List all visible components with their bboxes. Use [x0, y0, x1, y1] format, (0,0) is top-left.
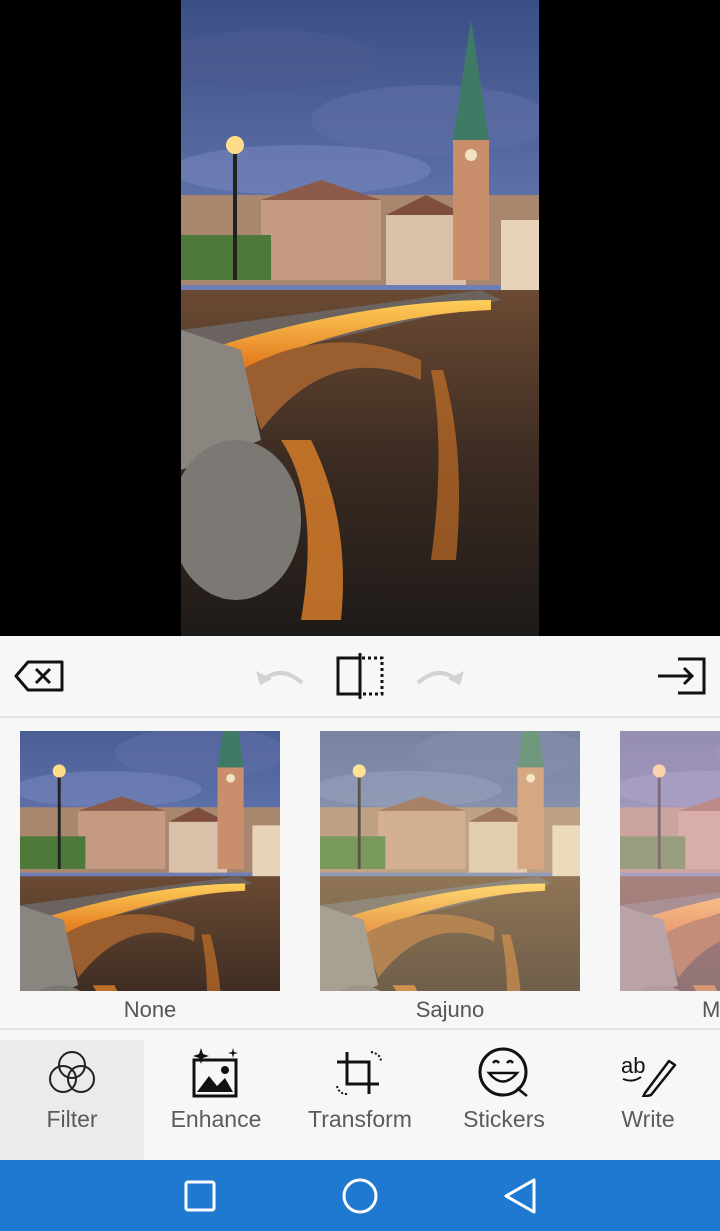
tab-write[interactable]: ab Write [576, 1040, 720, 1160]
smiley-icon [478, 1047, 528, 1097]
filter-strip: None Sajuno M [0, 718, 720, 1030]
crop-rotate-icon [336, 1051, 382, 1095]
redo-button[interactable] [410, 646, 470, 706]
system-nav-bar [0, 1160, 720, 1231]
tab-transform[interactable]: Transform [288, 1040, 432, 1160]
undo-icon [256, 671, 304, 685]
tab-label: Filter [46, 1106, 98, 1132]
photo-preview [0, 0, 720, 636]
delete-back-icon [14, 660, 64, 692]
delete-back-button[interactable] [10, 646, 70, 706]
editor-toolbar [0, 636, 720, 718]
tab-filter[interactable]: Filter [0, 1040, 144, 1160]
back-triangle-icon [504, 1178, 536, 1214]
filter-m[interactable]: M [620, 731, 720, 1023]
tab-label: Write [621, 1106, 675, 1132]
filter-label: M [702, 997, 720, 1022]
export-button[interactable] [652, 646, 712, 706]
filter-thumb-none [20, 731, 280, 991]
compare-button[interactable] [330, 646, 390, 706]
undo-button[interactable] [250, 646, 310, 706]
filter-thumb-m [620, 731, 720, 991]
filter-label: None [123, 997, 177, 1022]
pen-text-icon: ab [621, 1053, 677, 1097]
compare-icon [336, 653, 384, 699]
preview-image [181, 0, 539, 636]
filter-thumb-sajuno [320, 731, 580, 991]
tab-label: Enhance [170, 1106, 262, 1132]
filter-none[interactable]: None [20, 731, 280, 1023]
back-button[interactable] [500, 1176, 540, 1216]
export-icon [658, 657, 706, 695]
recents-square-icon [184, 1180, 216, 1212]
tab-label: Stickers [463, 1106, 545, 1132]
filter-sajuno[interactable]: Sajuno [320, 731, 580, 1023]
tab-enhance[interactable]: Enhance [144, 1040, 288, 1160]
home-button[interactable] [340, 1176, 380, 1216]
tab-stickers[interactable]: Stickers [432, 1040, 576, 1160]
filter-label: Sajuno [415, 997, 485, 1022]
enhance-sparkle-icon [192, 1048, 238, 1098]
home-circle-icon [342, 1178, 378, 1214]
tab-label: Transform [308, 1106, 412, 1132]
tool-tabs: Filter Enhance Transform Stickers ab Wri… [0, 1030, 720, 1160]
redo-icon [416, 671, 464, 685]
svg-text:ab: ab [621, 1053, 645, 1078]
recents-button[interactable] [180, 1176, 220, 1216]
filter-circles-icon [49, 1051, 95, 1093]
